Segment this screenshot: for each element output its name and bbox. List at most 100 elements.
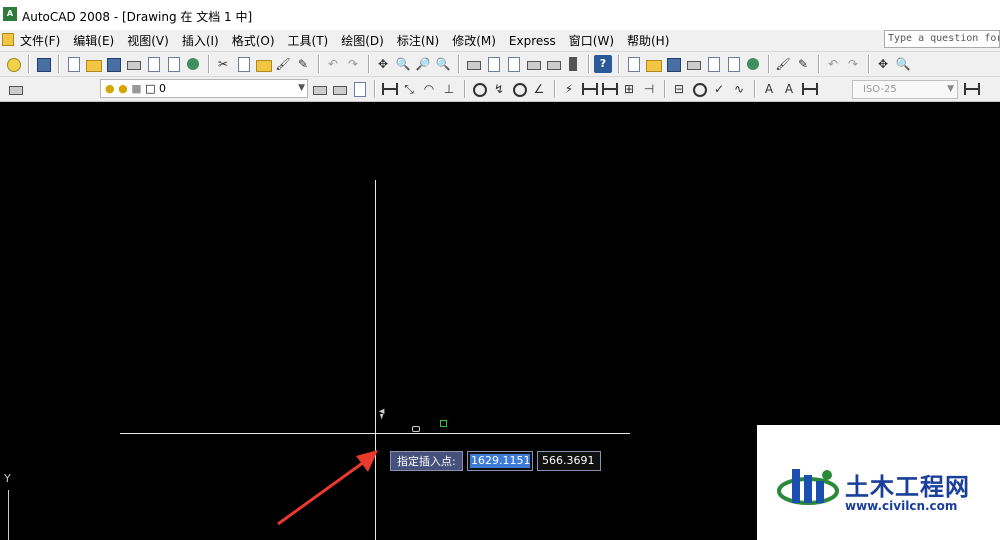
continue-dimension-icon[interactable]: [600, 80, 618, 98]
autocad-app-icon[interactable]: A: [3, 7, 17, 21]
print-preview-icon[interactable]: [144, 55, 162, 73]
coordinate-y-input[interactable]: 566.3691: [537, 451, 601, 471]
radius-dimension-icon[interactable]: [470, 80, 488, 98]
publish-icon[interactable]: [34, 55, 52, 73]
layer-color-swatch: □: [145, 82, 156, 95]
properties-icon[interactable]: [464, 55, 482, 73]
chevron-down-icon: ▼: [947, 84, 954, 94]
undo-icon-2[interactable]: ↶: [824, 55, 842, 73]
help-icon[interactable]: ?: [594, 55, 612, 73]
baseline-dimension-icon[interactable]: [580, 80, 598, 98]
layer-states-icon[interactable]: [350, 80, 368, 98]
menu-help[interactable]: 帮助(H): [627, 32, 669, 49]
help-search-input[interactable]: Type a question for: [884, 30, 1000, 48]
coordinate-x-input[interactable]: 1629.1151: [467, 451, 533, 471]
tolerance-icon[interactable]: ⊟: [670, 80, 688, 98]
dimension-text-edit-icon[interactable]: A: [780, 80, 798, 98]
linear-dimension-icon[interactable]: [380, 80, 398, 98]
pan-icon[interactable]: ✥: [374, 55, 392, 73]
etransmit-icon[interactable]: [184, 55, 202, 73]
menu-dimension[interactable]: 标注(N): [397, 32, 439, 49]
red-annotation-arrow: [277, 450, 378, 526]
toolbar-separator: [618, 55, 620, 73]
dimension-edit-icon[interactable]: A: [760, 80, 778, 98]
design-center-icon[interactable]: [484, 55, 502, 73]
layer-sun-icon: ●: [118, 82, 128, 95]
pan-icon-2[interactable]: ✥: [874, 55, 892, 73]
zoom-previous-icon[interactable]: 🔍: [434, 55, 452, 73]
print-preview-icon-2[interactable]: [704, 55, 722, 73]
sheet-set-icon[interactable]: [524, 55, 542, 73]
zoom-realtime-icon-2[interactable]: 🔍: [894, 55, 912, 73]
calculator-icon[interactable]: [564, 55, 582, 73]
center-mark-icon[interactable]: [690, 80, 708, 98]
menu-modify[interactable]: 修改(M): [452, 32, 496, 49]
copy-icon[interactable]: [234, 55, 252, 73]
save-icon[interactable]: [104, 55, 122, 73]
tool-palettes-icon[interactable]: [504, 55, 522, 73]
etransmit-icon-2[interactable]: [744, 55, 762, 73]
save-icon-2[interactable]: [664, 55, 682, 73]
toolbar-separator: [664, 80, 666, 98]
cut-icon[interactable]: ✂: [214, 55, 232, 73]
drawing-canvas[interactable]: ◄▲ 指定插入点: 1629.1151 566.3691 Y 土木工程网 www…: [0, 102, 1000, 540]
dimension-space-icon[interactable]: ⊞: [620, 80, 638, 98]
menu-format[interactable]: 格式(O): [232, 32, 275, 49]
make-current-layer-icon[interactable]: [310, 80, 328, 98]
redo-icon-2[interactable]: ↷: [844, 55, 862, 73]
aligned-dimension-icon[interactable]: ⤡: [400, 80, 418, 98]
jogged-dimension-icon[interactable]: ↯: [490, 80, 508, 98]
new-file-icon-2[interactable]: [624, 55, 642, 73]
open-file-icon[interactable]: [84, 55, 102, 73]
publish-3d-icon[interactable]: [164, 55, 182, 73]
dimension-update-icon[interactable]: [800, 80, 818, 98]
paste-icon[interactable]: [254, 55, 272, 73]
match-properties-icon-2[interactable]: 🖌: [774, 55, 792, 73]
layer-previous-icon[interactable]: [330, 80, 348, 98]
angular-dimension-icon[interactable]: ∠: [530, 80, 548, 98]
menu-express[interactable]: Express: [509, 34, 556, 48]
menu-draw[interactable]: 绘图(D): [341, 32, 384, 49]
ordinate-dimension-icon[interactable]: ⊥: [440, 80, 458, 98]
dimension-style-icon[interactable]: [962, 80, 980, 98]
dimension-style-dropdown[interactable]: ISO-25 ▼: [852, 80, 958, 99]
print-icon-2[interactable]: [684, 55, 702, 73]
menu-view[interactable]: 视图(V): [127, 32, 169, 49]
zoom-realtime-icon[interactable]: 🔍: [394, 55, 412, 73]
zoom-window-icon[interactable]: 🔎: [414, 55, 432, 73]
dimension-break-icon[interactable]: ⊣: [640, 80, 658, 98]
menu-insert[interactable]: 插入(I): [182, 32, 219, 49]
jogged-linear-icon[interactable]: ∿: [730, 80, 748, 98]
block-editor-icon-2[interactable]: ✎: [794, 55, 812, 73]
redo-icon[interactable]: ↷: [344, 55, 362, 73]
layer-tools: [6, 80, 26, 98]
block-editor-icon[interactable]: ✎: [294, 55, 312, 73]
layer-control-dropdown[interactable]: ● ● ■ □ 0 ▼: [100, 79, 308, 98]
menu-tools[interactable]: 工具(T): [288, 32, 329, 49]
open-file-icon-2[interactable]: [644, 55, 662, 73]
layer-manager-icon[interactable]: [6, 80, 24, 98]
dynamic-input-prompt: 指定插入点:: [390, 451, 463, 471]
new-file-icon[interactable]: [64, 55, 82, 73]
watermark-title: 土木工程网: [845, 473, 970, 501]
crosshair-horizontal: [120, 433, 630, 434]
cursor-glyph: ◄▲: [377, 408, 386, 420]
document-menu-icon[interactable]: [2, 33, 14, 46]
toolbar-separator: [818, 55, 820, 73]
layer-bulb-icon: ●: [105, 82, 115, 95]
diameter-dimension-icon[interactable]: [510, 80, 528, 98]
arc-length-icon[interactable]: ◠: [420, 80, 438, 98]
inspection-icon[interactable]: ✓: [710, 80, 728, 98]
menu-file[interactable]: 文件(F): [20, 32, 60, 49]
menu-edit[interactable]: 编辑(E): [73, 32, 114, 49]
markup-icon[interactable]: [544, 55, 562, 73]
insert-marker: [412, 426, 420, 432]
publish-3d-icon-2[interactable]: [724, 55, 742, 73]
menu-window[interactable]: 窗口(W): [569, 32, 614, 49]
match-properties-icon[interactable]: 🖌: [274, 55, 292, 73]
quick-dimension-icon[interactable]: ⚡: [560, 80, 578, 98]
print-icon[interactable]: [124, 55, 142, 73]
workspace-icon[interactable]: [4, 55, 22, 73]
layer-state-tools: ⤡ ◠ ⊥ ↯ ∠ ⚡ ⊞ ⊣ ⊟ ✓ ∿ A A: [310, 80, 820, 98]
undo-icon[interactable]: ↶: [324, 55, 342, 73]
